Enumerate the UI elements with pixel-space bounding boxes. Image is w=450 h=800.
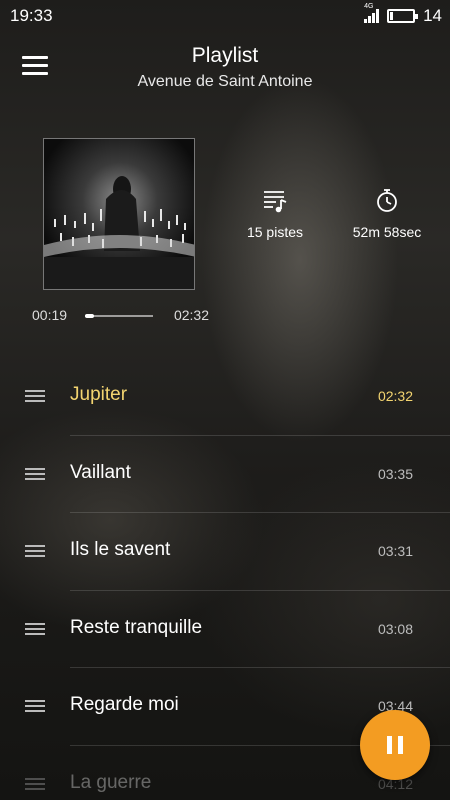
pause-button[interactable] [360, 710, 430, 780]
current-time: 00:19 [32, 307, 68, 323]
drag-handle-icon[interactable] [25, 700, 45, 713]
pause-icon [387, 736, 392, 754]
track-duration: 03:08 [377, 620, 413, 637]
playback-progress: 00:19 02:32 [32, 307, 212, 325]
track-title: Vaillant [70, 461, 131, 483]
track-duration: 03:35 [377, 465, 413, 482]
battery-icon [387, 9, 419, 23]
track-title: Reste tranquille [70, 616, 203, 638]
track-duration: 03:31 [377, 543, 413, 559]
status-time: 19:33 [10, 6, 53, 25]
track-row[interactable]: Reste tranquille 03:08 [0, 591, 450, 668]
track-duration: 02:32 [377, 388, 413, 404]
playlist-name: Avenue de Saint Antoine [137, 73, 313, 90]
track-title: La guerre [70, 771, 152, 793]
drag-handle-icon[interactable] [25, 467, 45, 481]
signal-icon: 4G [364, 3, 380, 23]
drag-handle-icon[interactable] [25, 622, 45, 636]
cover-art-image [44, 139, 194, 289]
album-cover[interactable] [43, 138, 195, 290]
track-title: Ils le savent [70, 539, 171, 560]
seek-bar[interactable] [85, 314, 153, 318]
playlist-stats: 15 pistes 52m 58sec [230, 188, 432, 240]
track-title: Jupiter [70, 384, 128, 405]
seek-bar-played [85, 314, 94, 318]
track-row[interactable]: Vaillant 03:35 [0, 436, 450, 513]
drag-handle-icon[interactable] [25, 777, 45, 791]
network-type: 4G [364, 3, 374, 10]
drag-handle-icon[interactable] [25, 545, 45, 558]
track-row[interactable]: Jupiter 02:32 [0, 358, 450, 436]
total-duration: 52m 58sec [342, 188, 432, 240]
status-bar: 19:33 4G 14 [0, 0, 450, 32]
pause-icon [398, 736, 403, 754]
track-title: Regarde moi [70, 694, 179, 715]
timer-icon [377, 189, 397, 212]
drag-handle-icon[interactable] [25, 390, 45, 403]
total-time: 02:32 [173, 307, 209, 323]
battery-level: 14 [423, 6, 442, 25]
total-duration-label: 52m 58sec [352, 224, 422, 240]
track-count-label: 15 pistes [246, 224, 304, 240]
track-row[interactable]: Ils le savent 03:31 [0, 513, 450, 591]
status-icons: 4G 14 [364, 3, 442, 26]
page-title: Playlist [191, 44, 259, 67]
track-count: 15 pistes [230, 188, 320, 240]
playlist-icon [264, 191, 287, 213]
header: Playlist Avenue de Saint Antoine [0, 42, 450, 94]
